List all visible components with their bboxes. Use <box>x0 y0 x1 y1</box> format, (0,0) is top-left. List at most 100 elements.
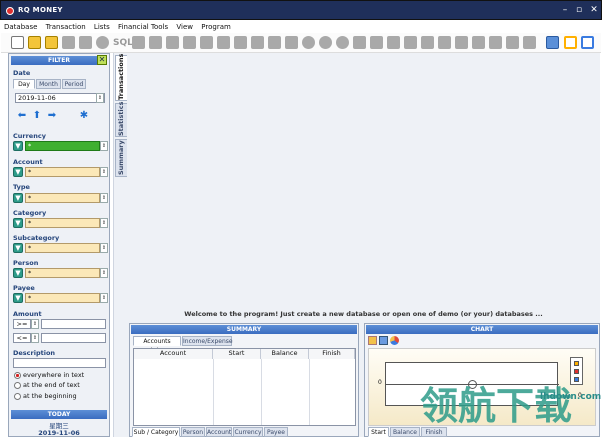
toolbar-icon-18[interactable] <box>472 36 485 49</box>
amount-ge-operator[interactable]: >= <box>13 319 31 329</box>
tab-person[interactable]: Person <box>181 427 205 437</box>
amount-ge-input[interactable] <box>41 319 106 329</box>
tab-chart-start[interactable]: Start <box>368 427 389 437</box>
account-spin-icon[interactable]: ⇕ <box>100 167 108 177</box>
menu-view[interactable]: View <box>173 21 196 32</box>
subcategory-spin-icon[interactable]: ⇕ <box>100 243 108 253</box>
toolbar-icon-10[interactable] <box>285 36 298 49</box>
toolbar-icon-4[interactable] <box>183 36 196 49</box>
tab-payee[interactable]: Payee <box>264 427 288 437</box>
sql-icon[interactable]: SQL <box>113 38 133 48</box>
amount-ge-spin-icon[interactable]: ⇕ <box>31 319 39 329</box>
close-icon[interactable]: ✕ <box>588 4 600 16</box>
cart-icon[interactable] <box>370 36 383 49</box>
pie-chart-icon[interactable] <box>390 336 399 345</box>
currency-filter-icon[interactable]: ▼ <box>13 141 23 151</box>
edit-icon[interactable] <box>62 36 75 49</box>
person-spin-icon[interactable]: ⇕ <box>100 268 108 278</box>
subcategory-field[interactable]: * <box>25 243 100 253</box>
bar-chart-icon[interactable] <box>368 336 377 345</box>
menu-program[interactable]: Program <box>198 21 234 32</box>
subcategory-filter-icon[interactable]: ▼ <box>13 243 23 253</box>
description-input[interactable] <box>13 358 106 368</box>
tab-period[interactable]: Period <box>62 79 86 89</box>
open-demo-icon[interactable] <box>45 36 58 49</box>
toolbar-icon-12[interactable] <box>319 36 332 49</box>
arrow-right-icon[interactable]: ➡ <box>46 110 58 122</box>
layout-1-icon[interactable] <box>564 36 577 49</box>
category-filter-icon[interactable]: ▼ <box>13 218 23 228</box>
col-account[interactable]: Account <box>134 349 213 359</box>
account-filter-icon[interactable]: ▼ <box>13 167 23 177</box>
currency-spin-icon[interactable]: ⇕ <box>100 141 108 151</box>
amount-le-operator[interactable]: <= <box>13 333 31 343</box>
amount-le-input[interactable] <box>41 333 106 343</box>
toolbar-icon-3[interactable] <box>166 36 179 49</box>
date-spin-icon[interactable]: ⇕ <box>96 93 104 103</box>
toolbar-icon-13[interactable] <box>336 36 349 49</box>
category-field[interactable]: * <box>25 218 100 228</box>
tab-currency[interactable]: Currency <box>233 427 263 437</box>
toolbar-icon-11[interactable] <box>302 36 315 49</box>
tab-income-expense[interactable]: Income/Expense <box>182 336 233 346</box>
date-field[interactable]: 2019-11-06 <box>15 93 105 103</box>
column-chart-icon[interactable] <box>379 336 388 345</box>
filter-close-icon[interactable]: ✕ <box>97 55 107 65</box>
toolbar-icon-2[interactable] <box>149 36 162 49</box>
toolbar-icon-17[interactable] <box>455 36 468 49</box>
person-filter-icon[interactable]: ▼ <box>13 268 23 278</box>
toolbar-icon-5[interactable] <box>200 36 213 49</box>
radio-beginning[interactable] <box>14 393 21 400</box>
type-field[interactable]: * <box>25 193 100 203</box>
toolbar-icon-16[interactable] <box>438 36 451 49</box>
radio-end-of-text[interactable] <box>14 382 21 389</box>
arrow-up-icon[interactable]: ⬆ <box>31 110 43 122</box>
pen-icon[interactable] <box>387 36 400 49</box>
puzzle-icon[interactable] <box>421 36 434 49</box>
open-database-icon[interactable] <box>28 36 41 49</box>
payee-spin-icon[interactable]: ⇕ <box>100 293 108 303</box>
layout-2-icon[interactable] <box>581 36 594 49</box>
toolbar-icon-8[interactable] <box>251 36 264 49</box>
tab-chart-finish[interactable]: Finish <box>421 427 447 437</box>
tab-chart-balance[interactable]: Balance <box>390 427 420 437</box>
tab-sub-category[interactable]: Sub / Category <box>132 427 180 437</box>
calculator-icon[interactable] <box>546 36 559 49</box>
payee-filter-icon[interactable]: ▼ <box>13 293 23 303</box>
menu-transaction[interactable]: Transaction <box>43 21 89 32</box>
toolbar-icon-21[interactable] <box>523 36 536 49</box>
menu-database[interactable]: Database <box>1 21 40 32</box>
toolbar-icon-19[interactable] <box>489 36 502 49</box>
type-spin-icon[interactable]: ⇕ <box>100 193 108 203</box>
tab-month[interactable]: Month <box>36 79 61 89</box>
arrow-left-icon[interactable]: ⬅ <box>16 110 28 122</box>
tab-account[interactable]: Account <box>206 427 232 437</box>
menu-financial-tools[interactable]: Financial Tools <box>115 21 171 32</box>
category-spin-icon[interactable]: ⇕ <box>100 218 108 228</box>
person-field[interactable]: * <box>25 268 100 278</box>
toolbar-icon-9[interactable] <box>268 36 281 49</box>
type-filter-icon[interactable]: ▼ <box>13 193 23 203</box>
reset-date-icon[interactable]: ✱ <box>78 110 90 122</box>
amount-le-spin-icon[interactable]: ⇕ <box>31 333 39 343</box>
currency-field[interactable]: * <box>25 141 100 151</box>
col-balance[interactable]: Balance <box>261 349 309 359</box>
payee-field[interactable]: * <box>25 293 100 303</box>
backup-icon[interactable] <box>96 36 109 49</box>
radio-everywhere[interactable] <box>14 372 21 379</box>
toolbar-icon-1[interactable] <box>132 36 145 49</box>
col-finish[interactable]: Finish <box>309 349 355 359</box>
toolbar-icon-6[interactable] <box>217 36 230 49</box>
menu-lists[interactable]: Lists <box>91 21 113 32</box>
col-start[interactable]: Start <box>213 349 261 359</box>
tab-day[interactable]: Day <box>13 79 35 89</box>
account-field[interactable]: * <box>25 167 100 177</box>
toolbar-icon-7[interactable] <box>234 36 247 49</box>
toolbar-icon-20[interactable] <box>506 36 519 49</box>
minimize-icon[interactable]: – <box>559 4 571 16</box>
toolbar-icon-15[interactable] <box>404 36 417 49</box>
tab-accounts-status[interactable]: Accounts status <box>133 336 181 354</box>
new-database-icon[interactable] <box>11 36 24 49</box>
maximize-icon[interactable]: ▫ <box>573 4 585 16</box>
lock-icon[interactable] <box>79 36 92 49</box>
